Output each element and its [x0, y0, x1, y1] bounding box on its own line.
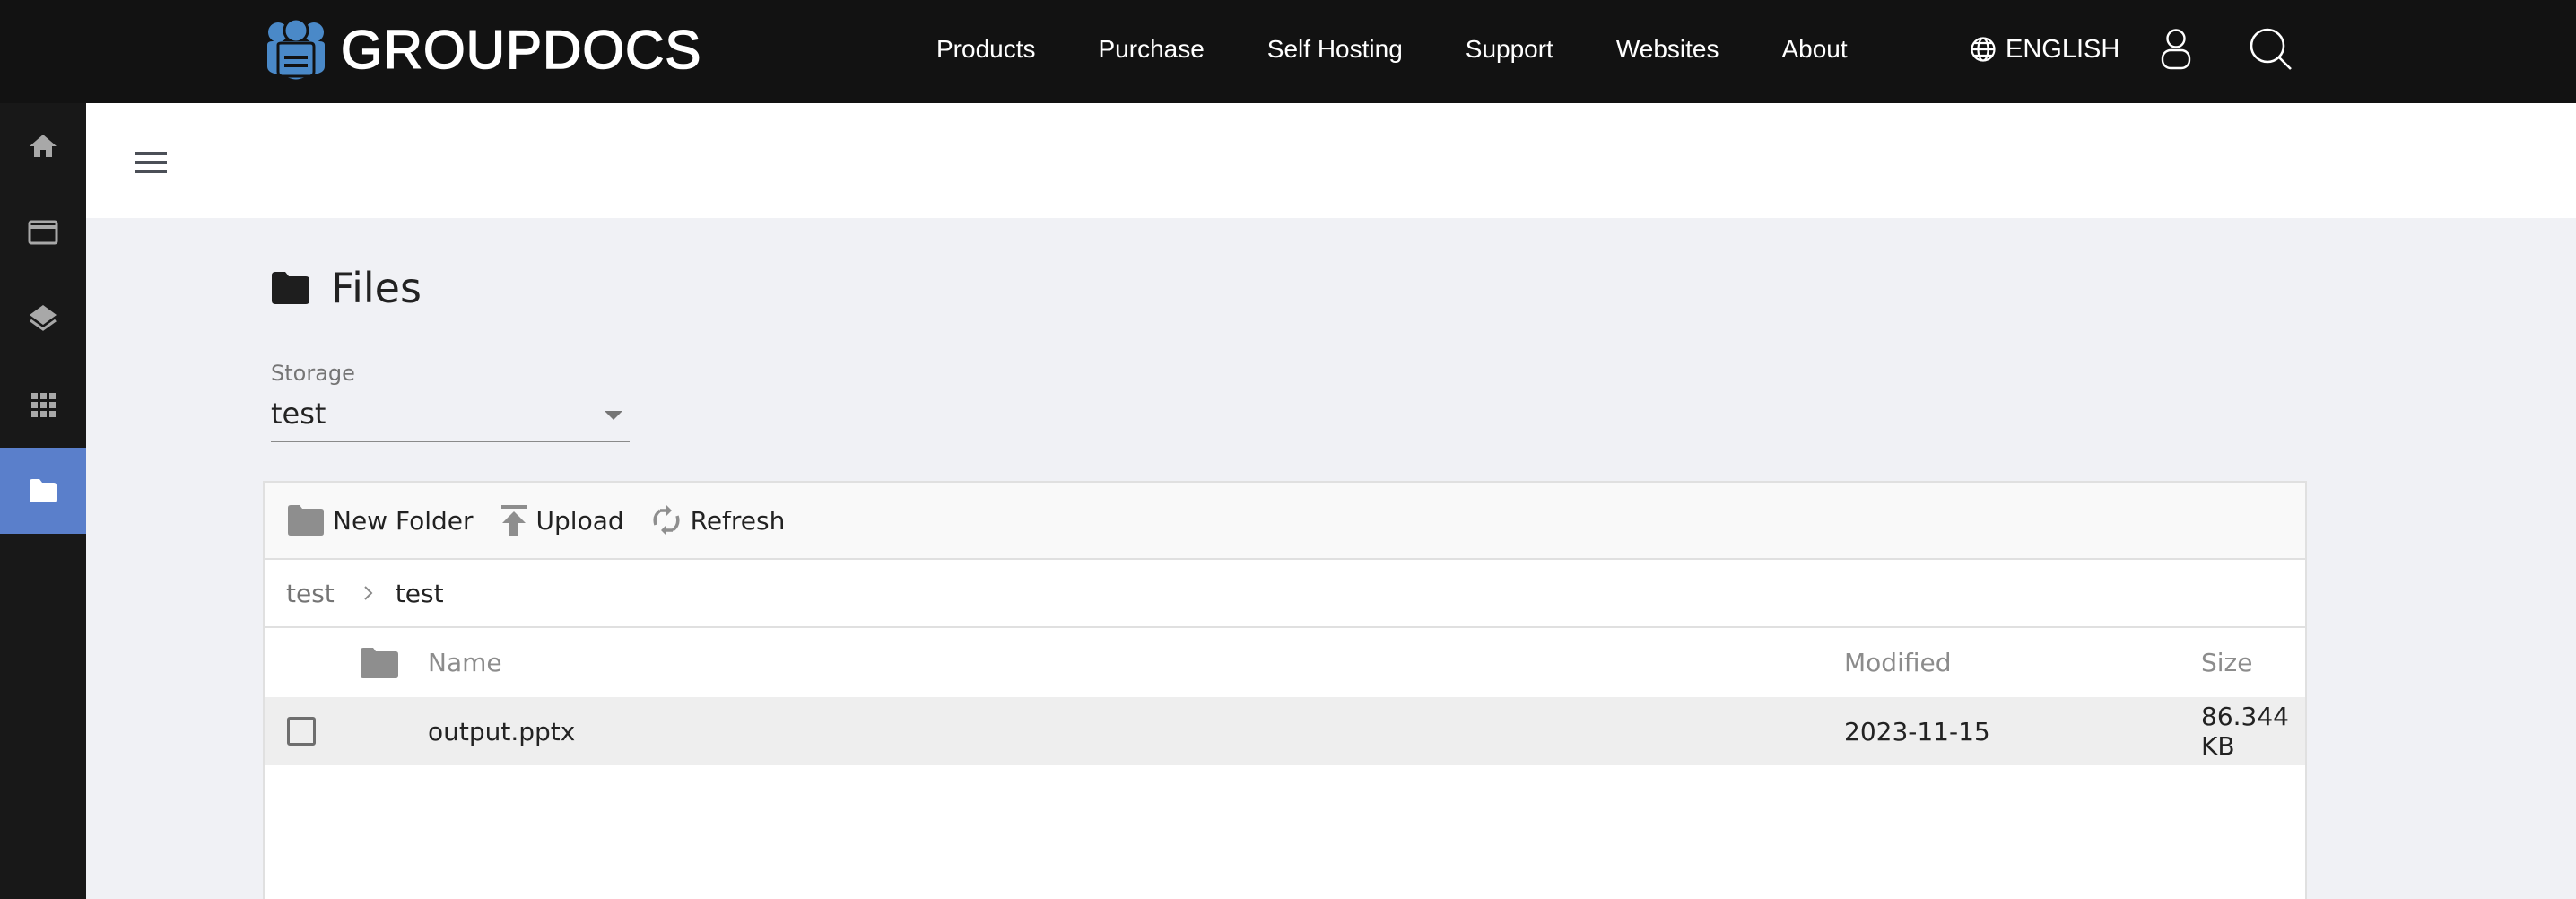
refresh-icon: [653, 505, 680, 536]
sidebar-item-apps[interactable]: [0, 362, 86, 448]
nav-websites[interactable]: Websites: [1616, 35, 1719, 64]
search-icon[interactable]: [2249, 27, 2293, 72]
nav-products[interactable]: Products: [936, 35, 1036, 64]
storage-value: test: [271, 397, 326, 431]
storage-label: Storage: [271, 361, 355, 386]
upload-icon: [500, 505, 527, 536]
language-label: ENGLISH: [2006, 34, 2120, 64]
breadcrumb-root[interactable]: test: [286, 579, 335, 608]
new-folder-label: New Folder: [333, 505, 474, 536]
page-title-text: Files: [331, 264, 422, 312]
refresh-button[interactable]: Refresh: [651, 502, 786, 539]
file-modified: 2023-11-15: [1844, 716, 1990, 746]
left-sidebar: [0, 103, 86, 899]
column-header-modified[interactable]: Modified: [1844, 648, 1951, 677]
home-icon: [30, 135, 57, 157]
folder-icon: [272, 272, 309, 304]
user-icon[interactable]: [2161, 28, 2191, 71]
nav-purchase[interactable]: Purchase: [1099, 35, 1205, 64]
folder-icon: [361, 648, 398, 678]
new-folder-button[interactable]: New Folder: [288, 505, 474, 536]
file-browser-panel: New Folder Upload Refresh test test Name…: [263, 481, 2307, 899]
groupdocs-logo-icon: [267, 18, 325, 80]
refresh-label: Refresh: [690, 505, 786, 536]
upload-button[interactable]: Upload: [500, 504, 624, 537]
chevron-right-icon: [364, 586, 373, 600]
groupdocs-logo[interactable]: GROUPDOCS: [264, 18, 701, 81]
sidebar-item-billing[interactable]: [0, 189, 86, 275]
breadcrumb: test test: [265, 560, 2305, 628]
caret-down-icon: [605, 411, 622, 420]
sidebar-item-products[interactable]: [0, 275, 86, 362]
file-size: 86.344 KB: [2201, 702, 2289, 761]
table-header: Name Modified Size: [265, 628, 2305, 697]
column-header-size[interactable]: Size: [2201, 648, 2252, 677]
page-title: Files: [272, 264, 422, 312]
row-checkbox[interactable]: [287, 717, 316, 746]
brand-name: GROUPDOCS: [340, 19, 702, 81]
nav-utilities: ENGLISH: [1970, 0, 2293, 99]
top-navbar: GROUPDOCS Products Purchase Self Hosting…: [0, 0, 2576, 103]
hamburger-icon[interactable]: [135, 152, 170, 179]
table-row[interactable]: output.pptx 2023-11-15 86.344 KB: [265, 697, 2305, 765]
file-toolbar: New Folder Upload Refresh: [265, 483, 2305, 560]
file-name[interactable]: output.pptx: [428, 717, 575, 746]
sidebar-item-home[interactable]: [0, 103, 86, 189]
folder-icon: [30, 479, 57, 502]
language-selector[interactable]: ENGLISH: [1970, 35, 2119, 65]
globe-icon: [1971, 37, 1996, 62]
breadcrumb-current: test: [395, 578, 444, 608]
upload-label: Upload: [535, 505, 624, 536]
nav-about[interactable]: About: [1781, 35, 1847, 64]
sidebar-item-files[interactable]: [0, 448, 86, 534]
apps-grid-icon: [31, 393, 56, 417]
layers-icon: [30, 305, 57, 331]
column-header-name[interactable]: Name: [428, 648, 502, 677]
nav-self-hosting[interactable]: Self Hosting: [1267, 35, 1403, 64]
credit-card-icon: [28, 220, 58, 245]
main-nav: Products Purchase Self Hosting Support W…: [936, 0, 1910, 99]
folder-icon: [288, 505, 324, 536]
nav-support[interactable]: Support: [1466, 35, 1553, 64]
content-header: [86, 103, 2576, 218]
storage-select[interactable]: test: [271, 393, 630, 442]
